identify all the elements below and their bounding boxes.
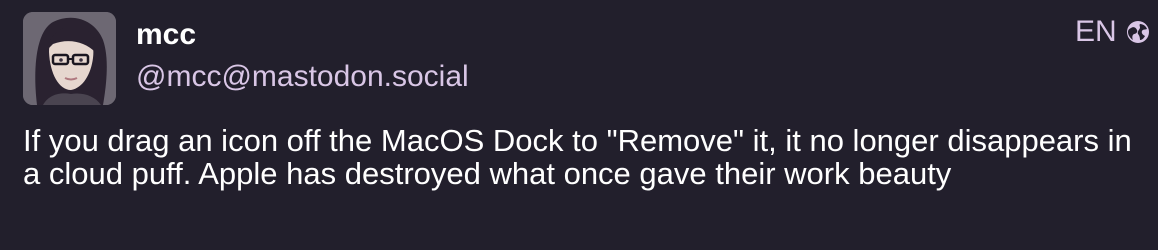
account-handle[interactable]: @mcc@mastodon.social	[136, 58, 469, 96]
post-card: mcc @mcc@mastodon.social EN If you drag …	[0, 0, 1158, 250]
display-name[interactable]: mcc	[136, 16, 196, 54]
avatar[interactable]	[23, 12, 116, 105]
globe-icon[interactable]	[1125, 19, 1151, 45]
language-label: EN	[1075, 15, 1117, 48]
post-content: If you drag an icon off the MacOS Dock t…	[23, 123, 1132, 191]
avatar-illustration	[23, 12, 116, 105]
language-visibility-indicator: EN	[1075, 12, 1151, 52]
